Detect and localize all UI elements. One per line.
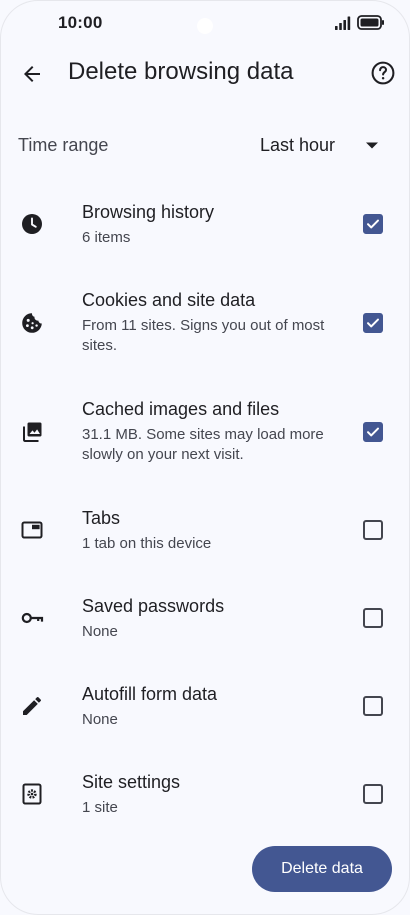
tab-icon: [21, 521, 43, 539]
time-range-label: Time range: [18, 135, 109, 155]
check-icon: [367, 427, 379, 437]
option-browsing-history[interactable]: Browsing history 6 items: [0, 190, 410, 260]
key-icon: [21, 612, 44, 624]
help-button[interactable]: [368, 58, 398, 88]
dropdown-arrow-icon: [366, 142, 378, 149]
front-camera: [197, 18, 213, 34]
option-cookies[interactable]: Cookies and site data From 11 sites. Sig…: [0, 278, 410, 368]
back-button[interactable]: [16, 58, 48, 90]
option-subtitle: 31.1 MB. Some sites may load more slowly…: [82, 426, 324, 463]
time-range-dropdown[interactable]: Last hour: [248, 124, 398, 168]
checkbox-site-settings[interactable]: [363, 784, 383, 804]
time-range-row: Time range Last hour: [0, 124, 410, 168]
arrow-back-icon: [24, 66, 40, 82]
option-title: Browsing history: [82, 202, 215, 222]
option-saved-passwords[interactable]: Saved passwords None: [0, 584, 410, 654]
option-title: Tabs: [82, 508, 121, 528]
option-subtitle: 1 site: [82, 799, 118, 816]
checkbox-browsing-history[interactable]: [363, 214, 383, 234]
checkbox-autofill[interactable]: [363, 696, 383, 716]
site-settings-icon: [22, 783, 42, 805]
cookie-icon: [22, 313, 42, 333]
time-range-value: Last hour: [260, 135, 336, 155]
checkbox-saved-passwords[interactable]: [363, 608, 383, 628]
app-bar: Delete browsing data: [0, 46, 410, 102]
option-title: Site settings: [82, 772, 181, 792]
page-title: Delete browsing data: [68, 58, 294, 85]
option-autofill[interactable]: Autofill form data None: [0, 672, 410, 742]
option-title: Autofill form data: [82, 684, 218, 704]
option-tabs[interactable]: Tabs 1 tab on this device: [0, 496, 410, 566]
status-bar: 10:00: [0, 0, 410, 46]
option-subtitle: None: [82, 623, 118, 640]
option-title: Saved passwords: [82, 596, 225, 616]
phone-screen: 10:00 Delete browsing data Time range La…: [0, 0, 410, 915]
option-site-settings[interactable]: Site settings 1 site: [0, 760, 410, 830]
delete-data-button[interactable]: Delete data: [252, 846, 392, 892]
clock-icon: [22, 214, 42, 234]
pencil-icon: [23, 697, 41, 715]
option-cached-images[interactable]: Cached images and files 31.1 MB. Some si…: [0, 387, 410, 477]
checkbox-tabs[interactable]: [363, 520, 383, 540]
check-icon: [367, 219, 379, 229]
status-time: 10:00: [58, 13, 103, 32]
checkbox-cached-images[interactable]: [363, 422, 383, 442]
help-circle-icon: [371, 61, 395, 85]
check-icon: [367, 318, 379, 328]
option-subtitle: From 11 sites. Signs you out of most sit…: [82, 317, 325, 354]
option-title: Cookies and site data: [82, 290, 256, 310]
image-stack-icon: [23, 422, 42, 442]
option-subtitle: 6 items: [82, 229, 131, 246]
option-subtitle: None: [82, 711, 118, 728]
checkbox-cookies[interactable]: [363, 313, 383, 333]
battery-icon: [357, 15, 384, 30]
signal-icon: [335, 16, 351, 30]
option-subtitle: 1 tab on this device: [82, 535, 212, 552]
option-title: Cached images and files: [82, 399, 280, 419]
